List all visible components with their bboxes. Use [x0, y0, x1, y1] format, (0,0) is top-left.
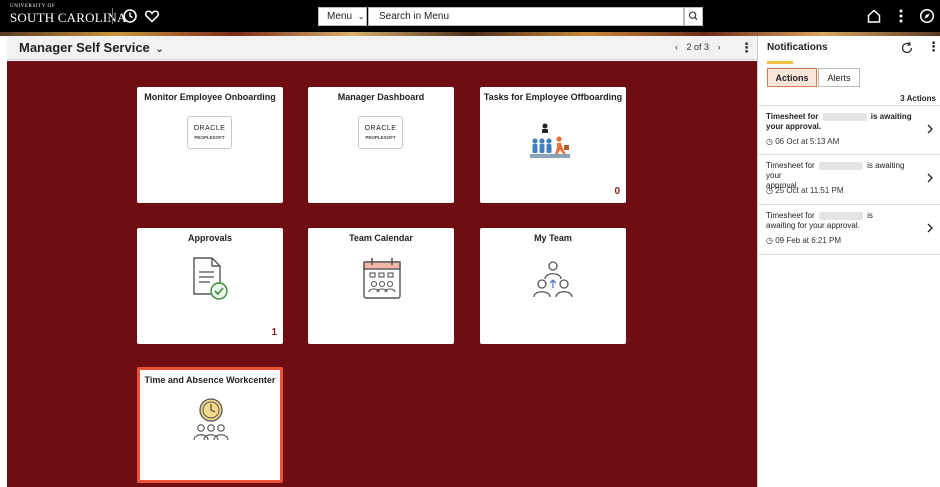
action-count: 3 Actions: [900, 94, 936, 103]
tile-count-badge: 0: [614, 186, 620, 197]
menu-button[interactable]: Menu ⌄: [318, 7, 367, 26]
tile-title: Team Calendar: [349, 233, 413, 243]
divider: [758, 254, 940, 255]
calendar-team-icon: [363, 258, 401, 299]
top-bar: UNIVERSITY OF SOUTH CAROLINA Menu ⌄ Sear…: [0, 0, 940, 32]
clock-icon: ◷: [766, 186, 773, 195]
redacted-name: [822, 112, 867, 121]
refresh-icon[interactable]: [900, 41, 914, 55]
tile-my-team[interactable]: My Team: [480, 228, 626, 344]
pager-label: 2 of 3: [686, 42, 710, 52]
home-icon[interactable]: [866, 8, 882, 24]
tile-team-calendar[interactable]: Team Calendar: [308, 228, 454, 344]
page-title-label: Manager Self Service: [19, 40, 150, 55]
navbar-compass-icon[interactable]: [919, 8, 935, 24]
favorites-heart-icon[interactable]: [144, 8, 160, 24]
clock-icon: ◷: [766, 236, 773, 245]
tile-grid: Monitor Employee Onboarding ORACLE PEOPL…: [7, 61, 757, 487]
notifications-panel: Notifications ⋮ Actions Alerts 3 Actions…: [757, 36, 940, 487]
clock-icon: ◷: [766, 137, 773, 146]
tile-manager-dashboard[interactable]: Manager Dashboard ORACLE PEOPLESOFT: [308, 87, 454, 203]
title-underline: [767, 61, 793, 64]
clock-team-icon: [193, 398, 229, 441]
notification-prefix: Timesheet for: [766, 211, 815, 220]
tile-title: Time and Absence Workcenter: [144, 375, 276, 385]
logo-big-text: SOUTH CAROLINA: [10, 10, 127, 25]
notification-suffix: is awaiting: [870, 112, 912, 121]
search-input[interactable]: Search in Menu: [368, 7, 684, 26]
notifications-title: Notifications: [767, 42, 828, 53]
logo-line1: ORACLE: [364, 125, 397, 132]
previous-page-icon[interactable]: ‹: [675, 42, 678, 52]
oracle-peoplesoft-logo: ORACLE PEOPLESOFT: [187, 116, 232, 149]
page-header: Manager Self Service ⌄ ‹ 2 of 3 › ⋮: [7, 36, 757, 60]
notification-time: ◷ 09 Feb at 6:21 PM: [766, 236, 841, 245]
notification-text: Timesheet for is awaiting your approval.: [766, 112, 921, 132]
actions-kebab-icon[interactable]: [893, 8, 909, 24]
logo-line2: PEOPLESOFT: [365, 135, 396, 140]
tile-title: Approvals: [187, 233, 232, 243]
team-icon: [533, 261, 573, 298]
chevron-right-icon: [927, 223, 933, 233]
notification-suffix: is: [867, 211, 873, 220]
tile-title: Monitor Employee Onboarding: [144, 92, 276, 102]
page-title[interactable]: Manager Self Service ⌄: [19, 40, 164, 55]
logo-line2: PEOPLESOFT: [194, 135, 225, 140]
notifications-kebab-icon[interactable]: ⋮: [927, 39, 940, 55]
tile-title: Tasks for Employee Offboarding: [483, 92, 623, 102]
notification-item[interactable]: Timesheet for is awaiting for your appro…: [758, 205, 940, 255]
chevron-right-icon: [927, 173, 933, 183]
tile-title: My Team: [534, 233, 572, 243]
tile-title: Manager Dashboard: [337, 92, 425, 102]
tile-count-badge: 1: [271, 327, 277, 338]
chevron-down-icon: ⌄: [155, 44, 164, 55]
tab-actions[interactable]: Actions: [767, 68, 817, 87]
page-pager: ‹ 2 of 3 ›: [675, 42, 721, 52]
left-margin: [0, 36, 7, 487]
notification-line2: awaiting for your approval.: [766, 221, 860, 230]
search-icon[interactable]: [684, 7, 703, 26]
notification-item[interactable]: Timesheet for is awaiting your approval.…: [758, 155, 940, 205]
tile-monitor-employee-onboarding[interactable]: Monitor Employee Onboarding ORACLE PEOPL…: [137, 87, 283, 203]
notification-time: ◷ 25 Oct at 11:51 PM: [766, 186, 844, 195]
chevron-down-icon: ⌄: [357, 12, 365, 21]
university-logo[interactable]: UNIVERSITY OF SOUTH CAROLINA: [10, 4, 127, 26]
redacted-name: [818, 161, 863, 170]
tab-alerts[interactable]: Alerts: [818, 68, 860, 87]
redacted-name: [818, 211, 863, 220]
notification-time-text: 06 Oct at 5:13 AM: [775, 137, 840, 146]
notification-time-text: 09 Feb at 6:21 PM: [775, 236, 842, 245]
tile-approvals[interactable]: Approvals 1: [137, 228, 283, 344]
search-placeholder: Search in Menu: [379, 11, 450, 22]
offboarding-icon: [530, 123, 570, 158]
notification-item[interactable]: Timesheet for is awaiting your approval.…: [758, 106, 940, 156]
document-check-icon: [193, 257, 228, 300]
oracle-peoplesoft-logo: ORACLE PEOPLESOFT: [358, 116, 403, 149]
tile-time-and-absence-workcenter[interactable]: Time and Absence Workcenter: [137, 367, 283, 483]
topbar-divider: [112, 8, 113, 24]
notification-prefix: Timesheet for: [766, 112, 819, 121]
notification-line2: your approval.: [766, 122, 822, 131]
recent-history-icon[interactable]: [122, 8, 138, 24]
tile-tasks-for-employee-offboarding[interactable]: Tasks for Employee Offboarding 0: [480, 87, 626, 203]
page-options-kebab-icon[interactable]: ⋮: [740, 40, 753, 56]
notification-text: Timesheet for is awaiting for your appro…: [766, 211, 921, 231]
notification-prefix: Timesheet for: [766, 161, 815, 170]
logo-line1: ORACLE: [193, 125, 226, 132]
notification-time-text: 25 Oct at 11:51 PM: [775, 186, 844, 195]
chevron-right-icon: [927, 124, 933, 134]
notification-time: ◷ 06 Oct at 5:13 AM: [766, 137, 839, 146]
menu-button-label: Menu: [327, 11, 353, 22]
next-page-icon[interactable]: ›: [718, 42, 721, 52]
